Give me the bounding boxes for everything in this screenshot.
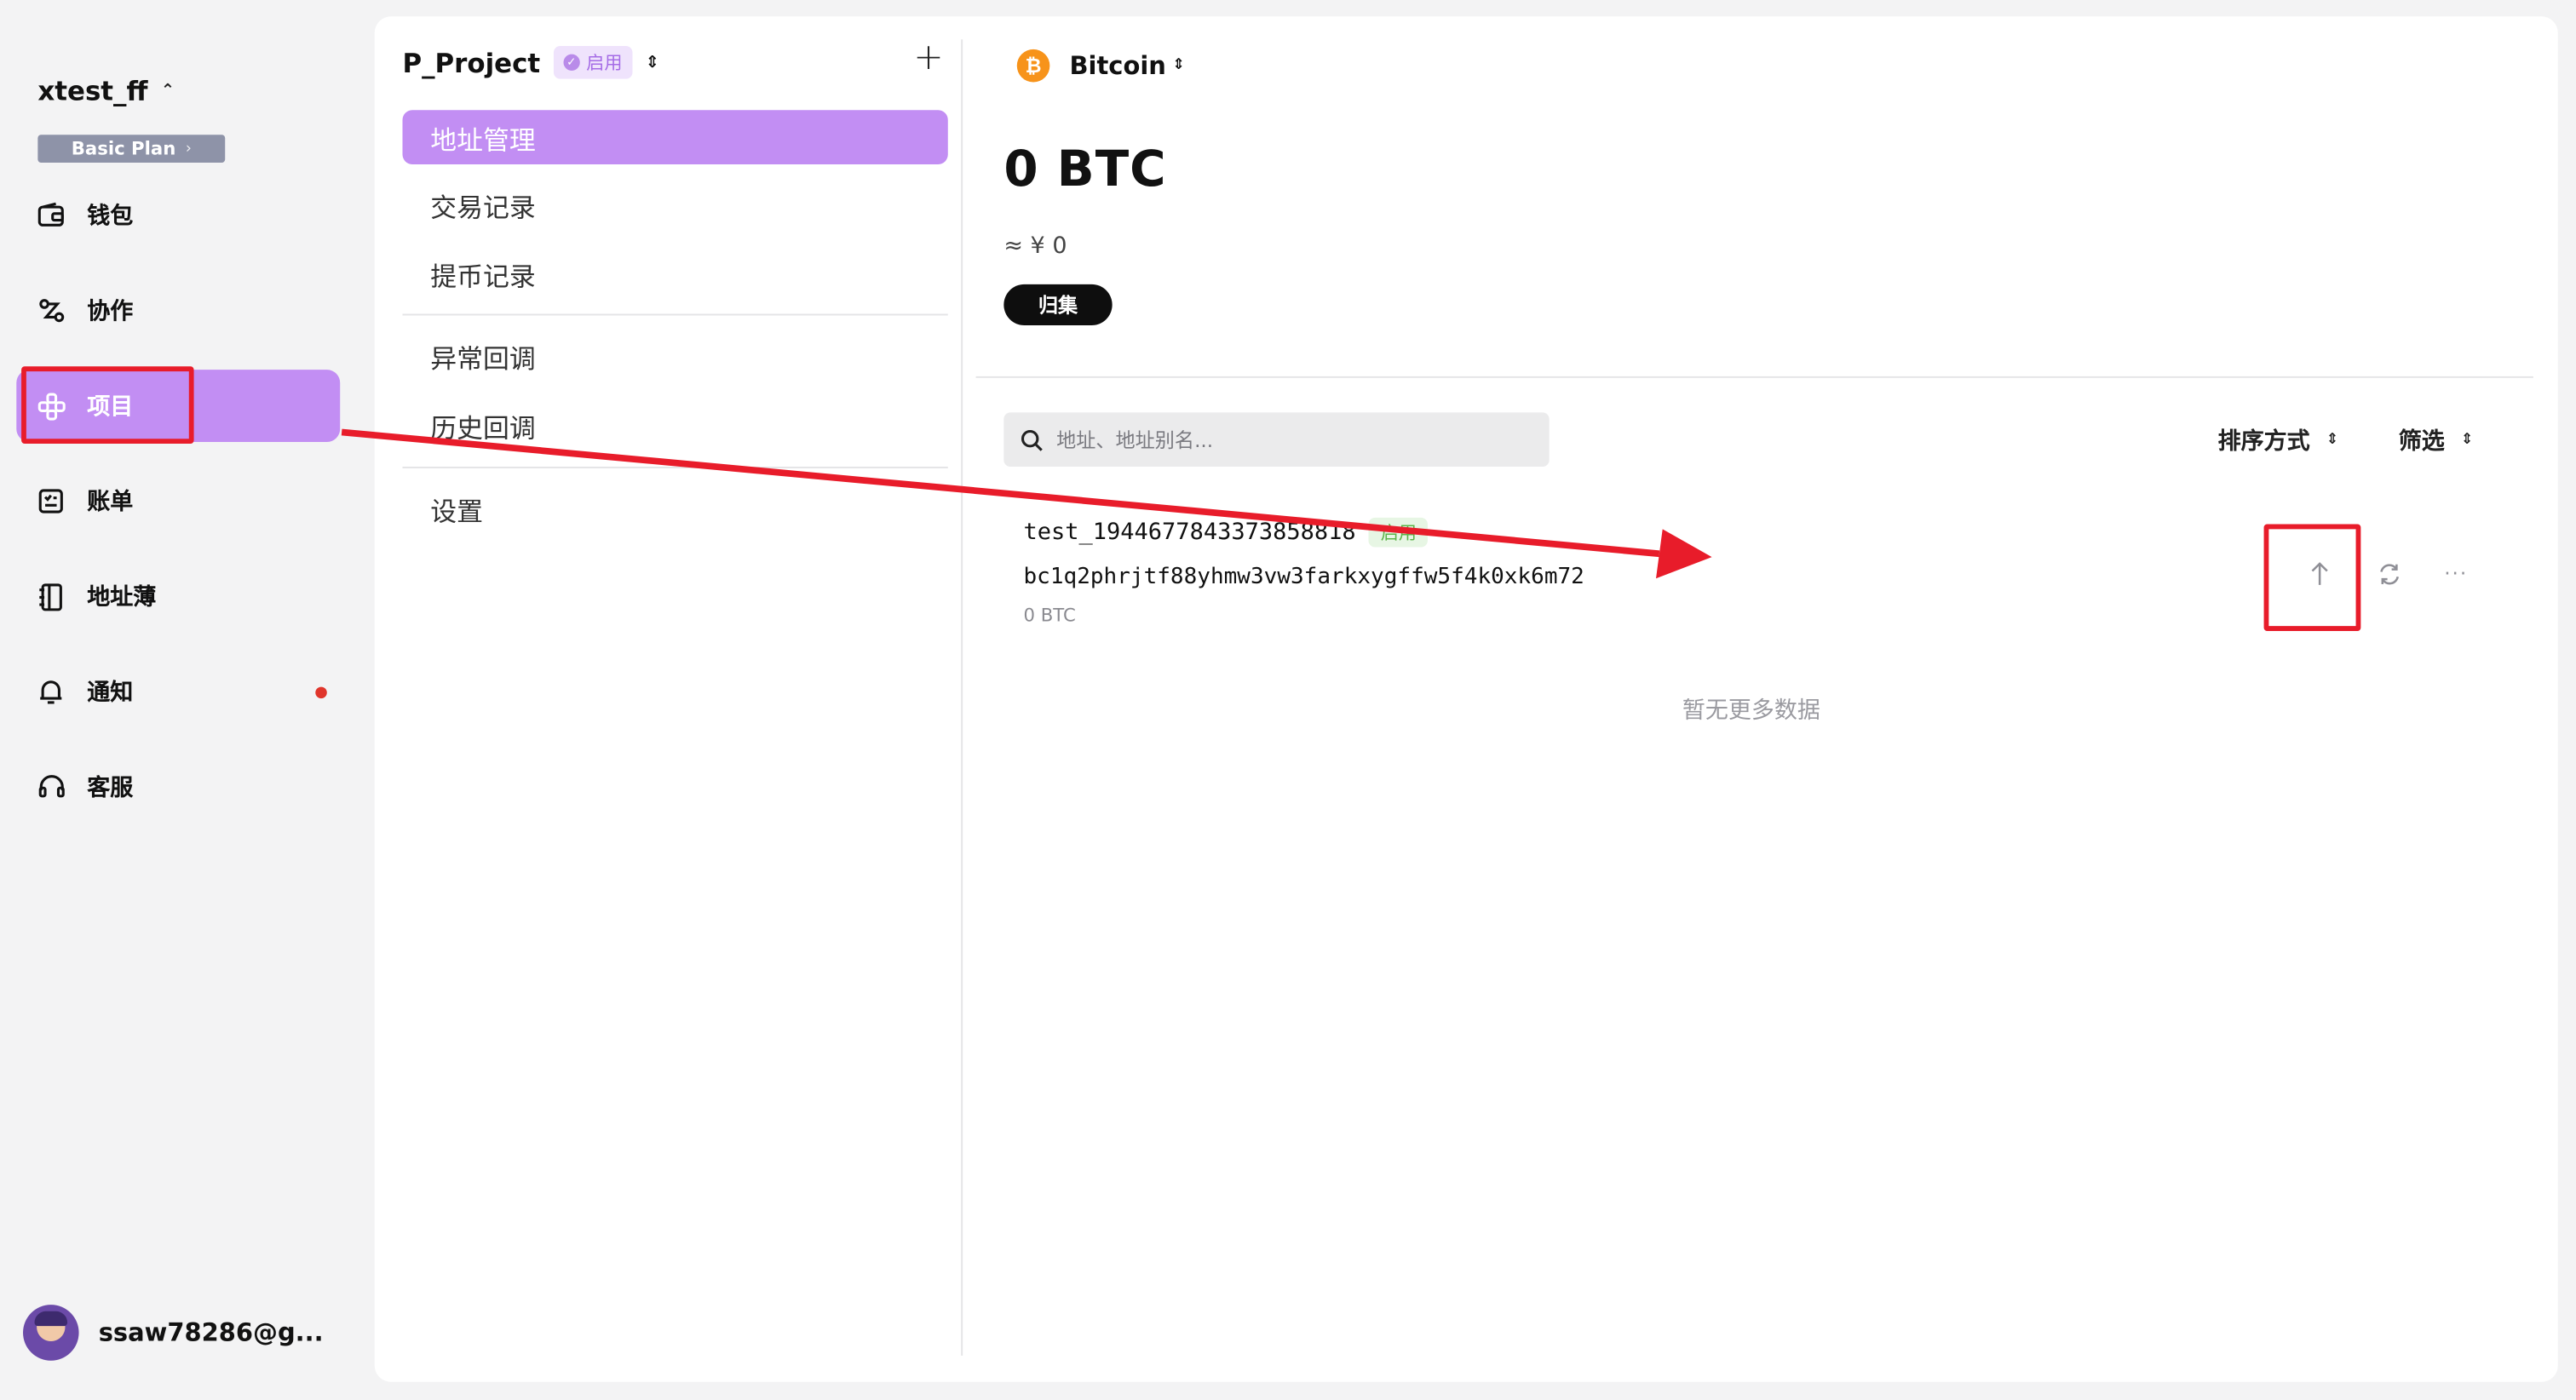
search-icon (1021, 429, 1043, 450)
chevron-right-icon: › (185, 140, 192, 158)
sidebar-item-bill[interactable]: 账单 (16, 465, 340, 537)
sidebar-item-label: 钱包 (87, 204, 134, 231)
collect-button[interactable]: 归集 (1003, 284, 1113, 326)
column-divider (961, 39, 963, 1356)
address-balance: 0 BTC (1023, 605, 1076, 627)
menu-item-transactions[interactable]: 交易记录 (402, 177, 947, 232)
more-options-button[interactable]: ··· (2436, 555, 2475, 591)
section-divider (975, 376, 2533, 378)
chevron-updown-icon: ⇕ (1172, 57, 1186, 74)
wallet-balance: 0 BTC (1003, 141, 1167, 199)
menu-divider (402, 467, 948, 468)
search-box[interactable] (1003, 412, 1550, 468)
chevron-updown-icon: ⇕ (645, 53, 659, 72)
avatar (22, 1305, 79, 1361)
status-badge: 启用 (1369, 517, 1429, 548)
sidebar-item-label: 通知 (87, 680, 134, 707)
search-input[interactable] (1056, 427, 1517, 451)
workspace-switcher[interactable]: xtest_ff ⌃ (37, 76, 175, 107)
filter-label: 筛选 (2398, 428, 2445, 456)
refresh-button[interactable] (2369, 555, 2408, 591)
project-name: P_Project (402, 46, 541, 78)
check-circle-icon: ✓ (563, 54, 580, 71)
coin-switcher[interactable]: ₿ Bitcoin ⇕ (1016, 49, 1186, 83)
plan-badge[interactable]: Basic Plan › (37, 135, 226, 164)
sidebar-item-label: 账单 (87, 490, 134, 516)
annotation-highlight-box (2263, 524, 2361, 631)
address-alias: test_1944677843373858818 启用 (1023, 517, 1429, 548)
menu-item-callback-history[interactable]: 历史回调 (402, 398, 947, 452)
menu-item-address-management[interactable]: 地址管理 (402, 110, 948, 164)
sidebar-item-collaboration[interactable]: 协作 (16, 274, 340, 347)
sidebar-item-wallet[interactable]: 钱包 (16, 179, 340, 251)
menu-divider (402, 313, 948, 316)
fiat-balance: ≈ ¥ 0 (1003, 233, 1067, 260)
menu-item-withdrawals[interactable]: 提币记录 (402, 246, 947, 301)
headset-icon (36, 772, 66, 802)
sidebar-item-address-book[interactable]: 地址薄 (16, 560, 340, 633)
collaboration-icon (36, 295, 66, 325)
status-text: 启用 (586, 52, 623, 74)
workspace-name: xtest_ff (37, 75, 148, 107)
plan-label: Basic Plan (71, 138, 176, 160)
sidebar-item-support[interactable]: 客服 (16, 751, 340, 823)
wallet-icon (36, 200, 66, 230)
sidebar-item-notifications[interactable]: 通知 (16, 656, 340, 728)
coin-name: Bitcoin (1069, 50, 1166, 81)
more-icon: ··· (2444, 561, 2469, 585)
address-alias-text: test_1944677843373858818 (1023, 519, 1356, 546)
status-badge: ✓ 启用 (553, 46, 633, 79)
project-switcher[interactable]: P_Project ✓ 启用 ⇕ (402, 46, 659, 79)
chevron-updown-icon: ⇕ (2460, 432, 2474, 449)
address-value[interactable]: bc1q2phrjtf88yhmw3vw3farkxygffw5f4k0xk6m… (1023, 564, 1584, 590)
menu-item-settings[interactable]: 设置 (402, 481, 947, 536)
sort-dropdown[interactable]: 排序方式 ⇕ (2218, 424, 2339, 457)
sidebar-item-label: 协作 (87, 299, 134, 326)
bell-icon (36, 677, 66, 707)
empty-state-text: 暂无更多数据 (1682, 698, 1820, 725)
user-email: ssaw78286@g... (98, 1317, 324, 1348)
sidebar-item-label: 地址薄 (87, 584, 157, 611)
address-book-icon (36, 582, 66, 611)
chevron-updown-icon: ⇕ (2326, 432, 2339, 449)
bill-icon (36, 486, 66, 516)
sort-label: 排序方式 (2217, 428, 2310, 456)
refresh-icon (2379, 563, 2399, 584)
filter-dropdown[interactable]: 筛选 ⇕ (2399, 424, 2474, 457)
sidebar-item-label: 客服 (87, 775, 134, 802)
menu-item-abnormal-callbacks[interactable]: 异常回调 (402, 329, 947, 383)
add-project-button[interactable]: + (913, 40, 944, 77)
chevron-updown-icon: ⌃ (160, 82, 175, 100)
bitcoin-icon: ₿ (1016, 49, 1050, 83)
unread-dot (315, 686, 327, 699)
annotation-highlight-box (21, 366, 194, 444)
user-profile[interactable]: ssaw78286@g... (22, 1305, 324, 1361)
